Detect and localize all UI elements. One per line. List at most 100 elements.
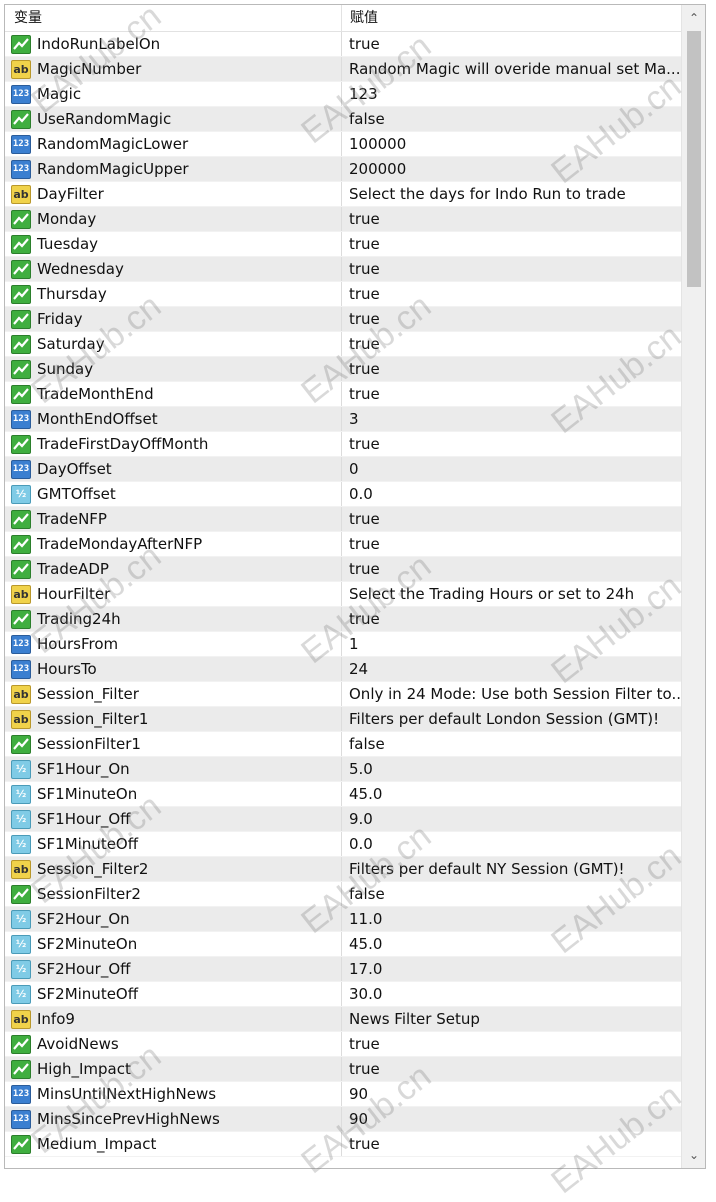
table-row[interactable]: ½ SF1Hour_On 5.0 <box>5 757 681 782</box>
table-row[interactable]: 123 DayOffset 0 <box>5 457 681 482</box>
value-cell[interactable]: 3 <box>342 407 681 431</box>
value-cell[interactable]: 0.0 <box>342 832 681 856</box>
value-cell[interactable]: true <box>342 207 681 231</box>
table-row[interactable]: ½ SF2Hour_Off 17.0 <box>5 957 681 982</box>
value-cell[interactable]: true <box>342 357 681 381</box>
table-row[interactable]: ab MagicNumber Random Magic will overide m… <box>5 57 681 82</box>
table-row[interactable]: Monday true <box>5 207 681 232</box>
table-row[interactable]: 123 RandomMagicUpper 200000 <box>5 157 681 182</box>
table-row[interactable]: 123 RandomMagicLower 100000 <box>5 132 681 157</box>
vertical-scrollbar[interactable]: ⌃ ⌄ <box>681 5 705 1168</box>
value-cell[interactable]: true <box>342 32 681 56</box>
table-row[interactable]: UseRandomMagic false <box>5 107 681 132</box>
table-row[interactable]: Tuesday true <box>5 232 681 257</box>
value-cell[interactable]: 90 <box>342 1082 681 1106</box>
scroll-up-button[interactable]: ⌃ <box>682 7 705 29</box>
value-cell[interactable]: true <box>342 1132 681 1156</box>
value-cell[interactable]: 24 <box>342 657 681 681</box>
table-row[interactable]: ab HourFilter Select the Trading Hours or … <box>5 582 681 607</box>
column-header-variable[interactable]: 变量 <box>5 5 342 31</box>
table-row[interactable]: Sunday true <box>5 357 681 382</box>
scroll-down-button[interactable]: ⌄ <box>682 1144 705 1166</box>
table-row[interactable]: ½ SF2MinuteOn 45.0 <box>5 932 681 957</box>
value-cell[interactable]: true <box>342 1032 681 1056</box>
table-row[interactable]: TradeNFP true <box>5 507 681 532</box>
value-cell[interactable]: 123 <box>342 82 681 106</box>
table-row[interactable]: SessionFilter1 false <box>5 732 681 757</box>
value-cell[interactable]: 1 <box>342 632 681 656</box>
value-cell[interactable]: true <box>342 507 681 531</box>
table-row[interactable]: ½ GMTOffset 0.0 <box>5 482 681 507</box>
value-cell[interactable]: true <box>342 382 681 406</box>
table-row[interactable]: ½ SF1MinuteOn 45.0 <box>5 782 681 807</box>
scroll-thumb[interactable] <box>687 31 701 287</box>
value-cell[interactable]: 5.0 <box>342 757 681 781</box>
table-row[interactable]: TradeADP true <box>5 557 681 582</box>
table-row[interactable]: ab Session_Filter2 Filters per default NY … <box>5 857 681 882</box>
table-row[interactable]: ab Session_Filter1 Filters per default Lon… <box>5 707 681 732</box>
value-cell[interactable]: false <box>342 107 681 131</box>
value-cell[interactable]: 30.0 <box>342 982 681 1006</box>
value-cell[interactable]: true <box>342 332 681 356</box>
table-row[interactable]: Medium_Impact true <box>5 1132 681 1157</box>
table-row[interactable]: ab DayFilter Select the days for Indo Run … <box>5 182 681 207</box>
table-row[interactable]: 123 HoursTo 24 <box>5 657 681 682</box>
value-cell[interactable]: 9.0 <box>342 807 681 831</box>
variable-name: SF2Hour_Off <box>37 960 131 978</box>
variable-name: TradeADP <box>37 560 109 578</box>
value-cell[interactable]: true <box>342 532 681 556</box>
value-cell[interactable]: 0 <box>342 457 681 481</box>
value-cell[interactable]: true <box>342 1057 681 1081</box>
table-row[interactable]: TradeFirstDayOffMonth true <box>5 432 681 457</box>
table-row[interactable]: ½ SF1MinuteOff 0.0 <box>5 832 681 857</box>
table-row[interactable]: IndoRunLabelOn true <box>5 32 681 57</box>
column-header-value[interactable]: 赋值 <box>342 5 378 31</box>
value-cell[interactable]: 11.0 <box>342 907 681 931</box>
value-cell[interactable]: 90 <box>342 1107 681 1131</box>
table-row[interactable]: Friday true <box>5 307 681 332</box>
value-cell[interactable]: 0.0 <box>342 482 681 506</box>
table-row[interactable]: 123 MinsUntilNextHighNews 90 <box>5 1082 681 1107</box>
table-row[interactable]: ½ SF2Hour_On 11.0 <box>5 907 681 932</box>
table-row[interactable]: Trading24h true <box>5 607 681 632</box>
table-row[interactable]: Thursday true <box>5 282 681 307</box>
table-row[interactable]: 123 MonthEndOffset 3 <box>5 407 681 432</box>
value-cell[interactable]: 200000 <box>342 157 681 181</box>
value-cell[interactable]: News Filter Setup <box>342 1007 681 1031</box>
value-cell[interactable]: false <box>342 882 681 906</box>
table-row[interactable]: ½ SF1Hour_Off 9.0 <box>5 807 681 832</box>
table-row[interactable]: ½ SF2MinuteOff 30.0 <box>5 982 681 1007</box>
value-cell[interactable]: true <box>342 432 681 456</box>
table-row[interactable]: TradeMondayAfterNFP true <box>5 532 681 557</box>
value-cell[interactable]: true <box>342 307 681 331</box>
value-cell[interactable]: false <box>342 732 681 756</box>
value-cell[interactable]: true <box>342 607 681 631</box>
table-row[interactable]: TradeMonthEnd true <box>5 382 681 407</box>
table-row[interactable]: Saturday true <box>5 332 681 357</box>
table-row[interactable]: ab Session_Filter Only in 24 Mode: Use bot… <box>5 682 681 707</box>
value-cell[interactable]: true <box>342 232 681 256</box>
table-row[interactable]: High_Impact true <box>5 1057 681 1082</box>
integer-param-icon: 123 <box>11 1084 31 1104</box>
value-cell[interactable]: Filters per default London Session (GMT)… <box>342 707 681 731</box>
value-cell[interactable]: Select the days for Indo Run to trade <box>342 182 681 206</box>
table-row[interactable]: SessionFilter2 false <box>5 882 681 907</box>
table-row[interactable]: ab Info9 News Filter Setup <box>5 1007 681 1032</box>
value-cell[interactable]: 100000 <box>342 132 681 156</box>
value-cell[interactable]: 45.0 <box>342 932 681 956</box>
table-row[interactable]: Wednesday true <box>5 257 681 282</box>
value-cell[interactable]: true <box>342 257 681 281</box>
value-cell[interactable]: Select the Trading Hours or set to 24h <box>342 582 681 606</box>
bool-param-icon <box>11 734 31 754</box>
table-row[interactable]: 123 MinsSincePrevHighNews 90 <box>5 1107 681 1132</box>
value-cell[interactable]: Random Magic will overide manual set Ma.… <box>342 57 681 81</box>
value-cell[interactable]: true <box>342 282 681 306</box>
value-cell[interactable]: 45.0 <box>342 782 681 806</box>
value-cell[interactable]: Filters per default NY Session (GMT)! <box>342 857 681 881</box>
value-cell[interactable]: true <box>342 557 681 581</box>
table-row[interactable]: 123 HoursFrom 1 <box>5 632 681 657</box>
table-row[interactable]: 123 Magic 123 <box>5 82 681 107</box>
table-row[interactable]: AvoidNews true <box>5 1032 681 1057</box>
value-cell[interactable]: Only in 24 Mode: Use both Session Filter… <box>342 682 681 706</box>
value-cell[interactable]: 17.0 <box>342 957 681 981</box>
